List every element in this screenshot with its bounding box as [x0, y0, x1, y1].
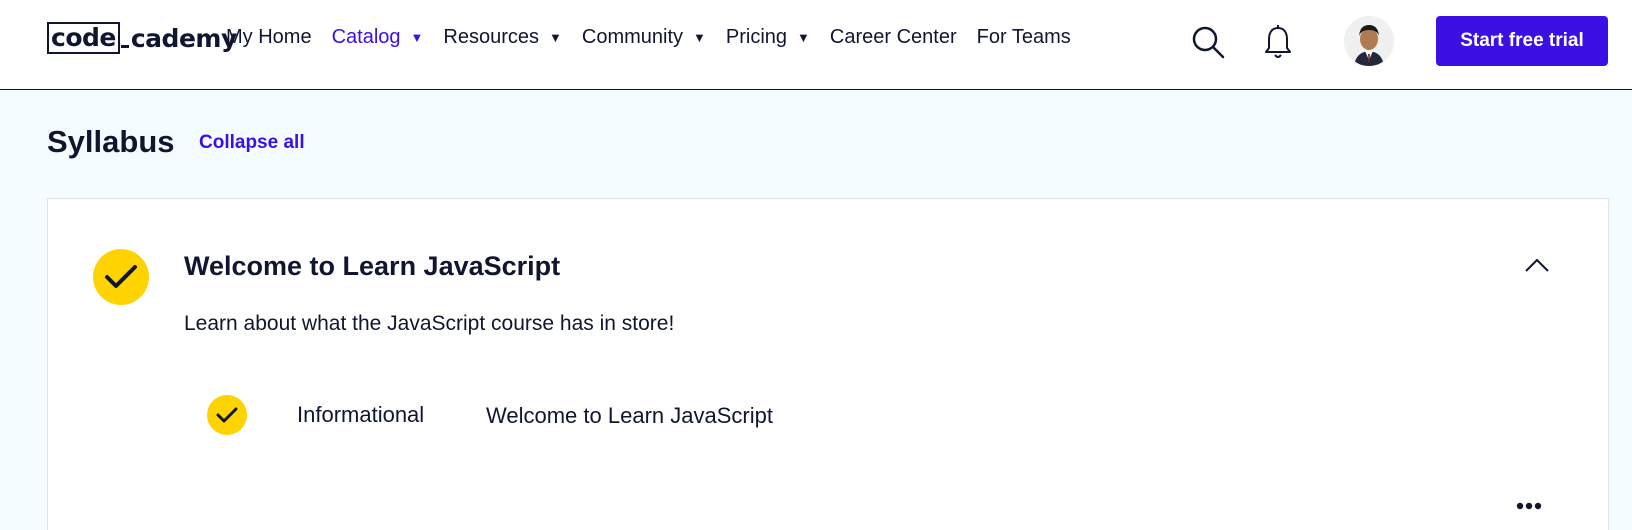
nav-my-home[interactable]: My Home — [226, 26, 312, 49]
nav-pricing[interactable]: Pricing ▼ — [726, 26, 810, 49]
nav-pricing-label: Pricing — [725, 26, 788, 48]
nav-for-teams-label: For Teams — [976, 26, 1071, 48]
start-free-trial-button[interactable]: Start free trial — [1436, 16, 1608, 66]
syllabus-heading: Syllabus — [47, 124, 175, 159]
main-nav: My Home Catalog ▼ Resources ▼ Community ▼ P… — [226, 26, 1091, 49]
caret-down-icon: ▼ — [410, 30, 424, 45]
logo-cursor — [120, 45, 129, 48]
nav-resources-label: Resources — [443, 26, 539, 48]
nav-for-teams[interactable]: For Teams — [977, 26, 1071, 49]
nav-community-label: Community — [581, 26, 684, 48]
caret-down-icon: ▼ — [693, 30, 706, 45]
more-options-icon[interactable] — [1516, 499, 1542, 511]
module-description: Learn about what the JavaScript course h… — [184, 312, 675, 335]
logo-code-box: code — [47, 22, 120, 54]
nav-career-center-label: Career Center — [829, 26, 957, 48]
nav-career-center[interactable]: Career Center — [830, 26, 957, 49]
codecademy-logo[interactable]: code cademy — [47, 21, 237, 55]
top-nav-bar: code cademy My Home Catalog ▼ Resources ▼ C… — [0, 0, 1632, 90]
nav-catalog[interactable]: Catalog ▼ — [332, 26, 424, 49]
user-avatar[interactable] — [1344, 16, 1394, 66]
lesson-complete-check-icon — [207, 395, 247, 435]
lesson-type-label: Informational — [297, 402, 425, 427]
nav-resources[interactable]: Resources ▼ — [443, 26, 561, 49]
bell-icon[interactable] — [1262, 24, 1294, 60]
module-complete-check-icon — [93, 249, 149, 305]
caret-down-icon: ▼ — [549, 30, 562, 45]
caret-down-icon: ▼ — [797, 30, 810, 45]
lesson-title-link[interactable]: Welcome to Learn JavaScript — [486, 403, 773, 429]
logo-cademy: cademy — [130, 23, 237, 53]
nav-community[interactable]: Community ▼ — [582, 26, 706, 49]
nav-catalog-label: Catalog — [331, 26, 401, 48]
nav-my-home-label: My Home — [226, 26, 312, 48]
collapse-all-button[interactable]: Collapse all — [199, 132, 305, 154]
module-title: Welcome to Learn JavaScript — [184, 251, 561, 281]
search-icon[interactable] — [1190, 24, 1226, 60]
module-card: Welcome to Learn JavaScript Learn about … — [47, 198, 1609, 530]
chevron-up-icon[interactable] — [1524, 257, 1550, 273]
